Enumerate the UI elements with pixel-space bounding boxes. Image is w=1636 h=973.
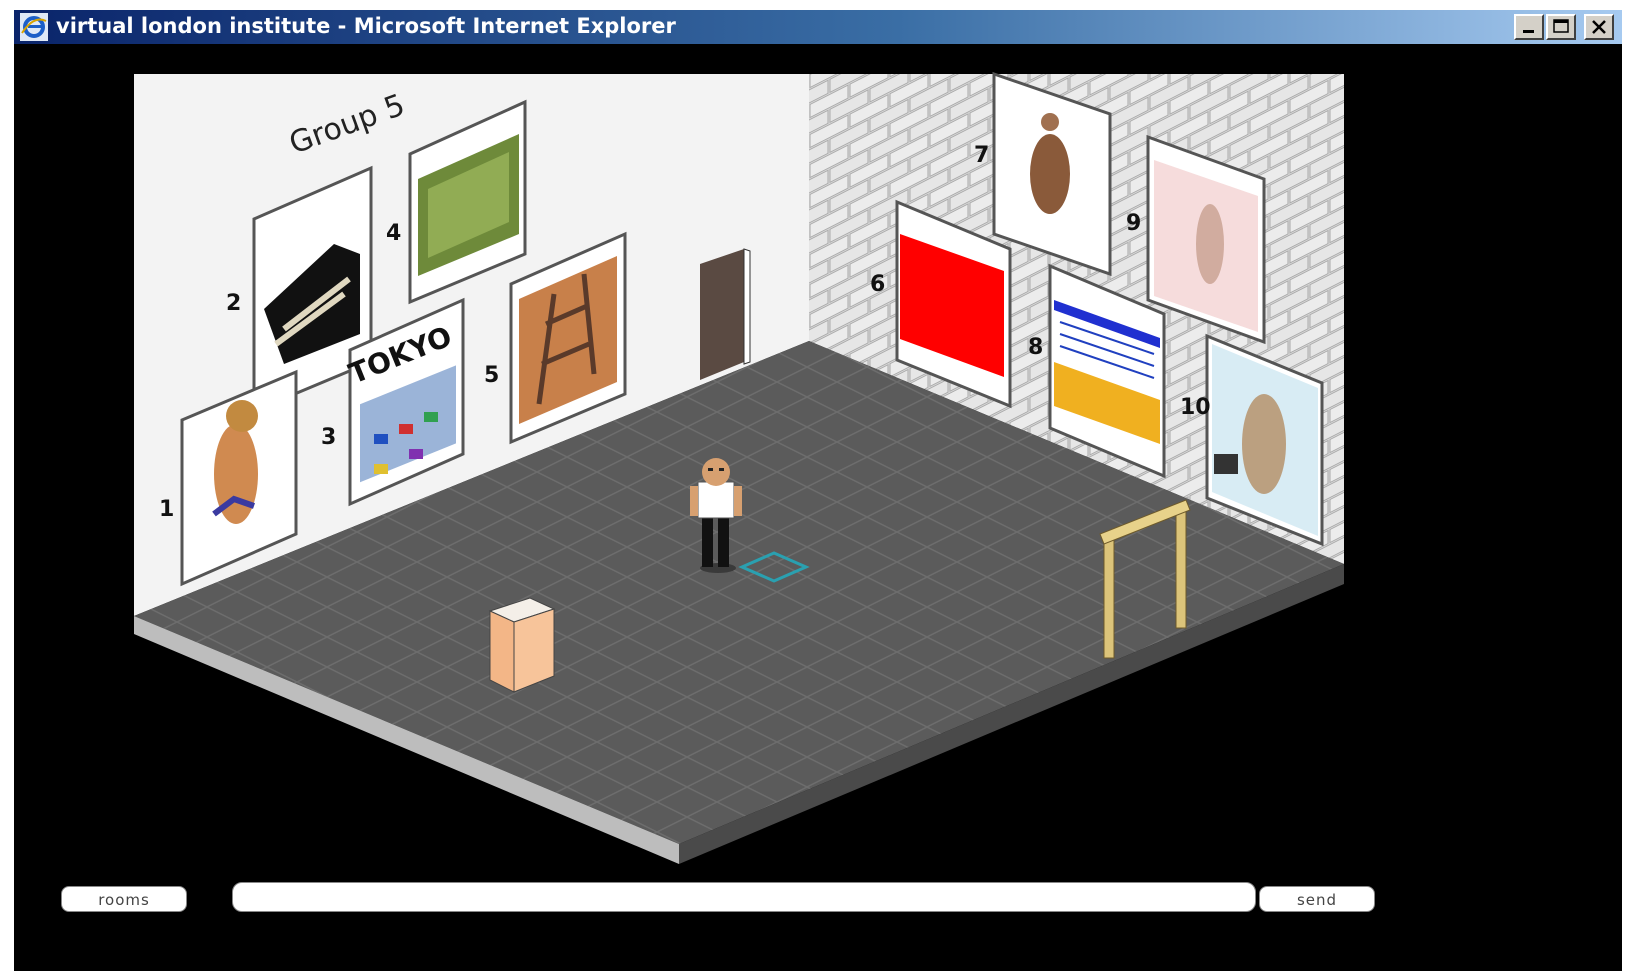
window-right-border [1622,0,1636,973]
artwork-number-3: 3 [321,425,336,450]
artwork-number-1: 1 [159,497,174,522]
maximize-button[interactable] [1546,14,1576,40]
close-icon [1592,20,1606,34]
artwork-number-7: 7 [974,143,989,168]
artwork-number-9: 9 [1126,211,1141,236]
send-button[interactable]: send [1259,886,1375,912]
artwork-number-4: 4 [386,221,401,246]
close-button[interactable] [1584,14,1614,40]
maximize-icon [1553,19,1569,33]
title-bar[interactable]: virtual london institute - Microsoft Int… [14,10,1622,44]
chat-input[interactable] [232,882,1256,912]
minimize-icon [1523,30,1534,33]
doorway[interactable] [700,249,744,380]
minimize-button[interactable] [1514,14,1544,40]
info-podium[interactable] [488,597,556,693]
rooms-button[interactable]: rooms [61,886,187,912]
window-title: virtual london institute - Microsoft Int… [56,14,676,38]
door-frame [743,248,751,365]
artwork-number-5: 5 [484,363,499,388]
browser-window: virtual london institute - Microsoft Int… [0,0,1636,973]
virtual-room-viewport[interactable]: Group 5 TOKYO 1 2 3 4 5 6 7 8 9 10 rooms… [14,44,1622,971]
artwork-number-2: 2 [226,291,241,316]
artwork-number-6: 6 [870,272,885,297]
artwork-number-8: 8 [1028,335,1043,360]
isometric-gallery-room[interactable]: Group 5 TOKYO 1 2 3 4 5 6 7 8 9 10 [14,44,1622,971]
internet-explorer-icon [20,13,48,41]
artwork-number-10: 10 [1180,395,1211,420]
